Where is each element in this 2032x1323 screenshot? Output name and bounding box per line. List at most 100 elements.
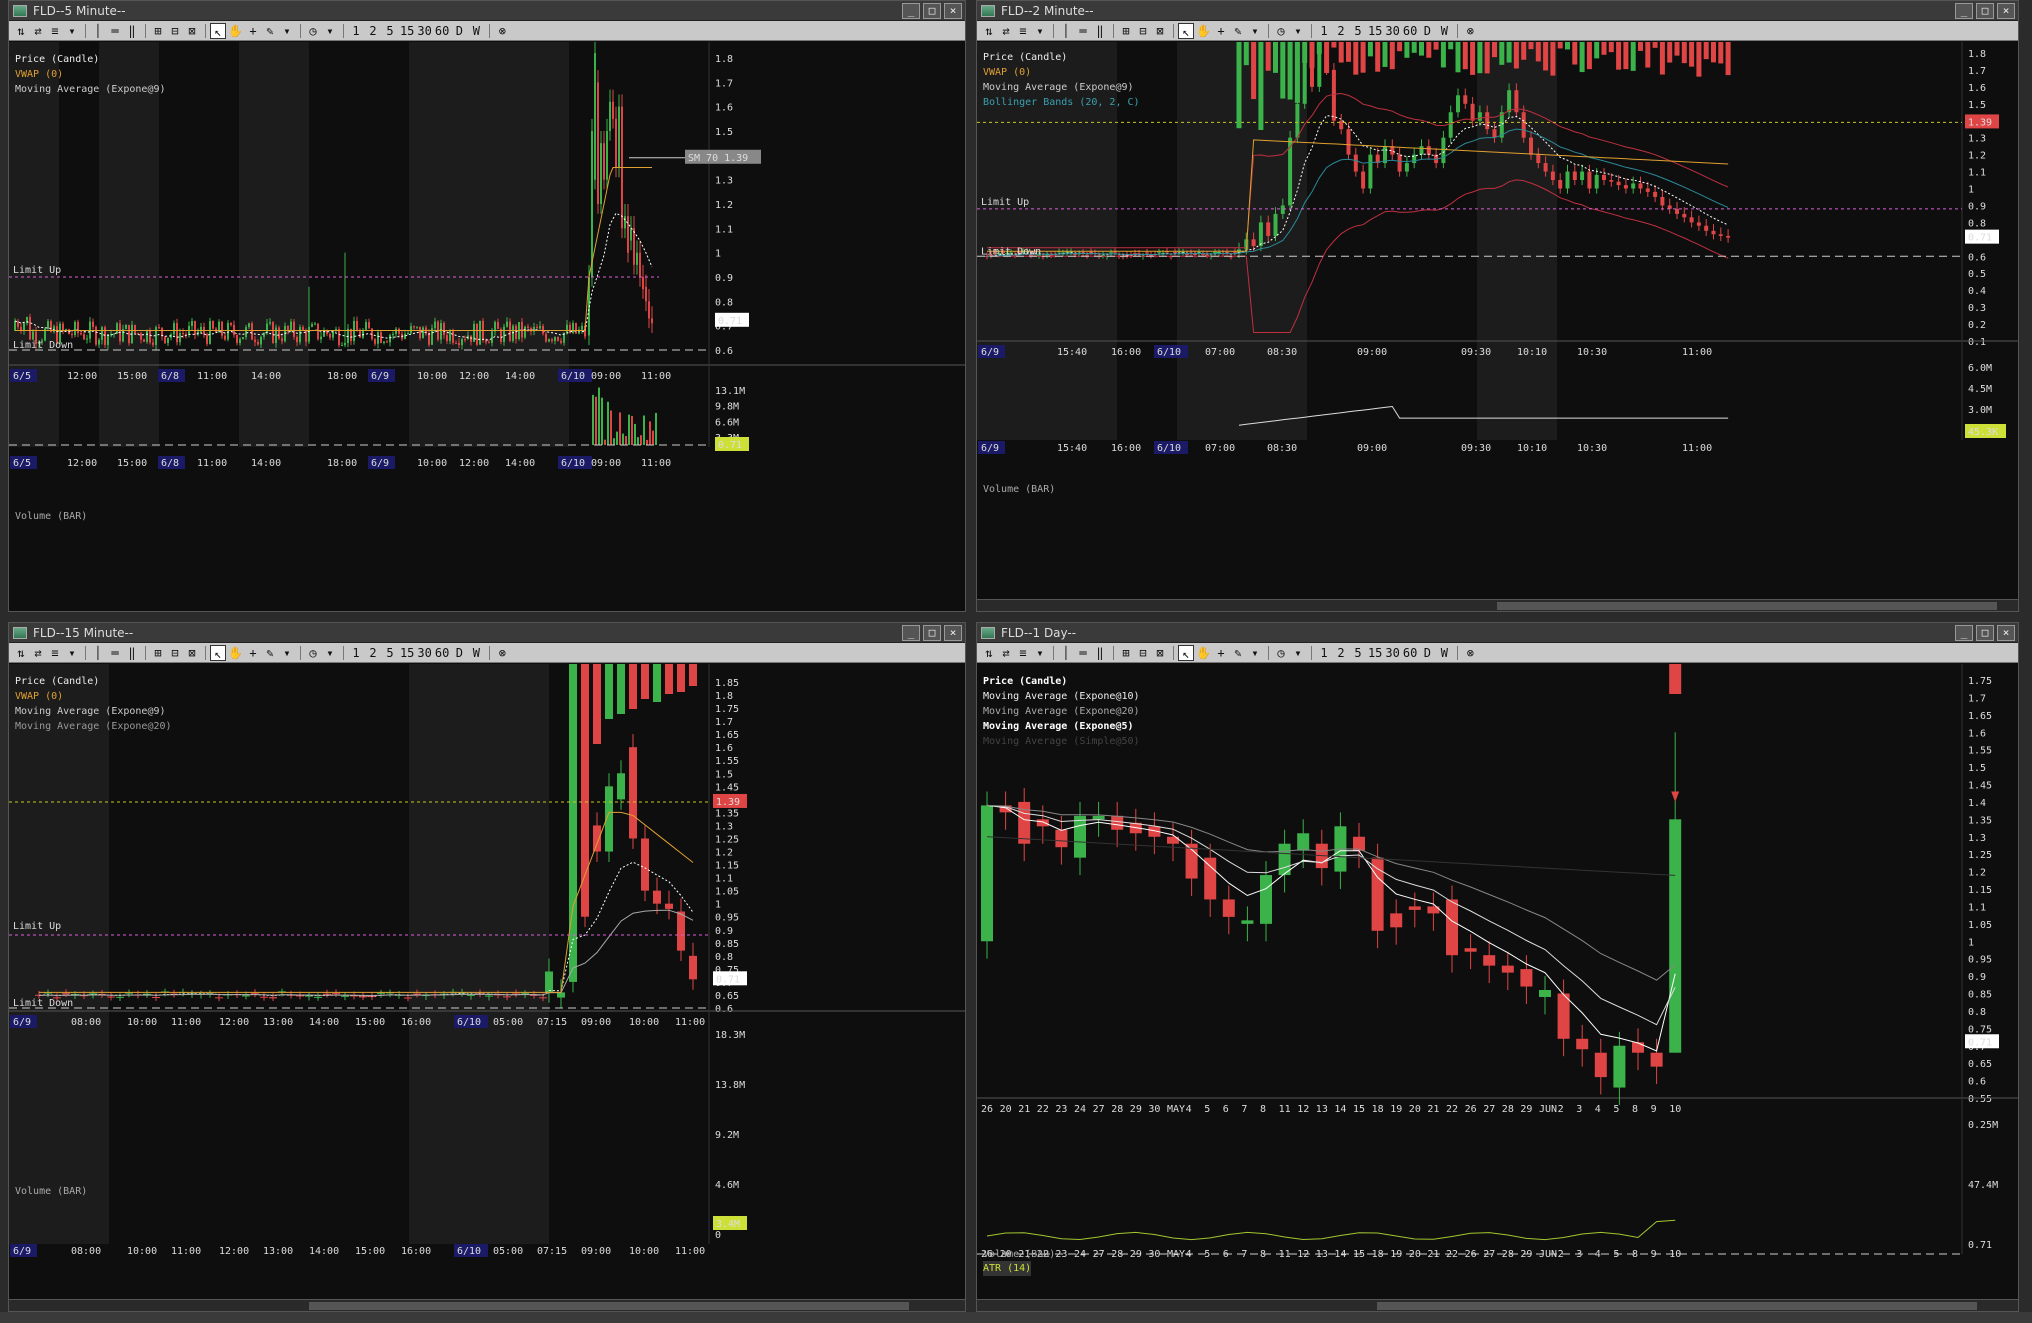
- interval-button-2[interactable]: 2: [1333, 23, 1349, 39]
- minimize-button[interactable]: _: [1955, 2, 1973, 19]
- draw-dropdown-icon[interactable]: ▾: [279, 23, 295, 39]
- layout2-icon[interactable]: ⊟: [167, 645, 183, 661]
- chart-type-icon[interactable]: ⇅: [981, 23, 997, 39]
- interval-button-W[interactable]: W: [468, 645, 484, 661]
- chart-window-15min[interactable]: FLD--15 Minute-- _ □ × ⇅ ⇄ ≡ ▾ │ ═ ‖ ⊞ ⊟ ⊠ ↖ ✋ + ✎ ▾ ◷ ▾ 1 2 5…: [8, 622, 966, 1312]
- cursor-line-icon[interactable]: │: [1058, 645, 1074, 661]
- maximize-button[interactable]: □: [923, 2, 941, 19]
- scroll-thumb[interactable]: [1377, 1302, 1977, 1310]
- title-bar[interactable]: FLD--15 Minute-- _ □ ×: [9, 623, 965, 643]
- pointer-icon[interactable]: ↖: [1178, 644, 1194, 661]
- interval-button-D[interactable]: D: [1419, 23, 1435, 39]
- reset-icon[interactable]: ⊗: [494, 645, 510, 661]
- draw-icon[interactable]: ✎: [1230, 645, 1246, 661]
- layout3-icon[interactable]: ⊠: [1152, 645, 1168, 661]
- close-button[interactable]: ×: [944, 624, 962, 641]
- settings-icon[interactable]: ≡: [1015, 645, 1031, 661]
- chart-type-icon[interactable]: ⇅: [13, 23, 29, 39]
- layout3-icon[interactable]: ⊠: [184, 23, 200, 39]
- reset-icon[interactable]: ⊗: [1462, 23, 1478, 39]
- layout-icon[interactable]: ⊞: [150, 645, 166, 661]
- clock-icon[interactable]: ◷: [305, 23, 321, 39]
- interval-button-D[interactable]: D: [451, 645, 467, 661]
- reset-icon[interactable]: ⊗: [1462, 645, 1478, 661]
- interval-button-15[interactable]: 15: [1367, 645, 1383, 661]
- layout-icon[interactable]: ⊞: [1118, 645, 1134, 661]
- pointer-icon[interactable]: ↖: [210, 22, 226, 39]
- chart-type-icon[interactable]: ⇅: [13, 645, 29, 661]
- pan-icon[interactable]: ✋: [1195, 645, 1212, 661]
- price-chart[interactable]: 1.81.71.61.51.41.31.21.110.90.80.70.613.…: [9, 42, 965, 611]
- interval-button-15[interactable]: 15: [1367, 23, 1383, 39]
- interval-button-5[interactable]: 5: [1350, 23, 1366, 39]
- pointer-icon[interactable]: ↖: [1178, 22, 1194, 39]
- settings-icon[interactable]: ≡: [47, 645, 63, 661]
- title-bar[interactable]: FLD--2 Minute-- _ □ ×: [977, 1, 2018, 21]
- pan-icon[interactable]: ✋: [227, 645, 244, 661]
- interval-button-D[interactable]: D: [1419, 645, 1435, 661]
- clock-dropdown-icon[interactable]: ▾: [322, 645, 338, 661]
- draw-dropdown-icon[interactable]: ▾: [1247, 23, 1263, 39]
- maximize-button[interactable]: □: [1976, 624, 1994, 641]
- draw-icon[interactable]: ✎: [1230, 23, 1246, 39]
- crosshair-icon[interactable]: +: [1213, 645, 1229, 661]
- dropdown-icon[interactable]: ▾: [1032, 23, 1048, 39]
- layout2-icon[interactable]: ⊟: [1135, 645, 1151, 661]
- close-button[interactable]: ×: [1997, 624, 2015, 641]
- interval-button-30[interactable]: 30: [416, 645, 432, 661]
- draw-dropdown-icon[interactable]: ▾: [1247, 645, 1263, 661]
- interval-button-1[interactable]: 1: [348, 23, 364, 39]
- pan-icon[interactable]: ✋: [227, 23, 244, 39]
- settings-icon[interactable]: ≡: [1015, 23, 1031, 39]
- minimize-button[interactable]: _: [902, 624, 920, 641]
- clock-icon[interactable]: ◷: [1273, 645, 1289, 661]
- sync-icon[interactable]: ⇄: [30, 645, 46, 661]
- interval-button-15[interactable]: 15: [399, 23, 415, 39]
- sync-icon[interactable]: ⇄: [998, 645, 1014, 661]
- interval-button-D[interactable]: D: [451, 23, 467, 39]
- draw-icon[interactable]: ✎: [262, 23, 278, 39]
- interval-button-60[interactable]: 60: [1402, 645, 1418, 661]
- pause-icon[interactable]: ‖: [1092, 645, 1108, 661]
- dropdown-icon[interactable]: ▾: [1032, 645, 1048, 661]
- dropdown-icon[interactable]: ▾: [64, 645, 80, 661]
- horizontal-scrollbar[interactable]: [977, 599, 2018, 611]
- sync-icon[interactable]: ⇄: [998, 23, 1014, 39]
- clock-dropdown-icon[interactable]: ▾: [1290, 23, 1306, 39]
- interval-button-1[interactable]: 1: [348, 645, 364, 661]
- clock-dropdown-icon[interactable]: ▾: [322, 23, 338, 39]
- settings-icon[interactable]: ≡: [47, 23, 63, 39]
- chart-window-5min[interactable]: FLD--5 Minute-- _ □ × ⇅ ⇄ ≡ ▾ │ ═ ‖ ⊞ ⊟ ⊠ ↖ ✋ + ✎ ▾ ◷ ▾ 1 2 5 1…: [8, 0, 966, 612]
- interval-button-30[interactable]: 30: [416, 23, 432, 39]
- interval-button-60[interactable]: 60: [434, 645, 450, 661]
- title-bar[interactable]: FLD--5 Minute-- _ □ ×: [9, 1, 965, 21]
- price-chart[interactable]: 1.751.71.651.61.551.51.451.41.351.31.251…: [977, 664, 2018, 1299]
- pause-icon[interactable]: ‖: [1092, 23, 1108, 39]
- cursor-line-icon[interactable]: │: [90, 645, 106, 661]
- maximize-button[interactable]: □: [923, 624, 941, 641]
- interval-button-5[interactable]: 5: [382, 23, 398, 39]
- crosshair-icon[interactable]: +: [1213, 23, 1229, 39]
- minimize-button[interactable]: _: [1955, 624, 1973, 641]
- interval-button-W[interactable]: W: [1436, 645, 1452, 661]
- pause-icon[interactable]: ‖: [124, 645, 140, 661]
- price-chart[interactable]: 1.851.81.751.71.651.61.551.51.451.41.351…: [9, 664, 965, 1299]
- layout2-icon[interactable]: ⊟: [167, 23, 183, 39]
- draw-dropdown-icon[interactable]: ▾: [279, 645, 295, 661]
- interval-button-5[interactable]: 5: [382, 645, 398, 661]
- layout-icon[interactable]: ⊞: [1118, 23, 1134, 39]
- interval-button-W[interactable]: W: [1436, 23, 1452, 39]
- chart-window-1day[interactable]: FLD--1 Day-- _ □ × ⇅ ⇄ ≡ ▾ │ ═ ‖ ⊞ ⊟ ⊠ ↖ ✋ + ✎ ▾ ◷ ▾ 1 2 5 15 30…: [976, 622, 2019, 1312]
- scroll-thumb[interactable]: [309, 1302, 909, 1310]
- interval-button-2[interactable]: 2: [365, 645, 381, 661]
- interval-button-30[interactable]: 30: [1384, 23, 1400, 39]
- pause-icon[interactable]: ‖: [124, 23, 140, 39]
- interval-button-1[interactable]: 1: [1316, 23, 1332, 39]
- hline-icon[interactable]: ═: [107, 23, 123, 39]
- interval-button-2[interactable]: 2: [1333, 645, 1349, 661]
- chart-area[interactable]: 1.81.71.61.51.41.31.21.110.90.80.70.613.…: [9, 42, 965, 611]
- price-chart[interactable]: 1.91.81.71.61.51.41.31.21.110.90.80.70.6…: [977, 42, 2018, 599]
- crosshair-icon[interactable]: +: [245, 645, 261, 661]
- hline-icon[interactable]: ═: [1075, 645, 1091, 661]
- interval-button-60[interactable]: 60: [1402, 23, 1418, 39]
